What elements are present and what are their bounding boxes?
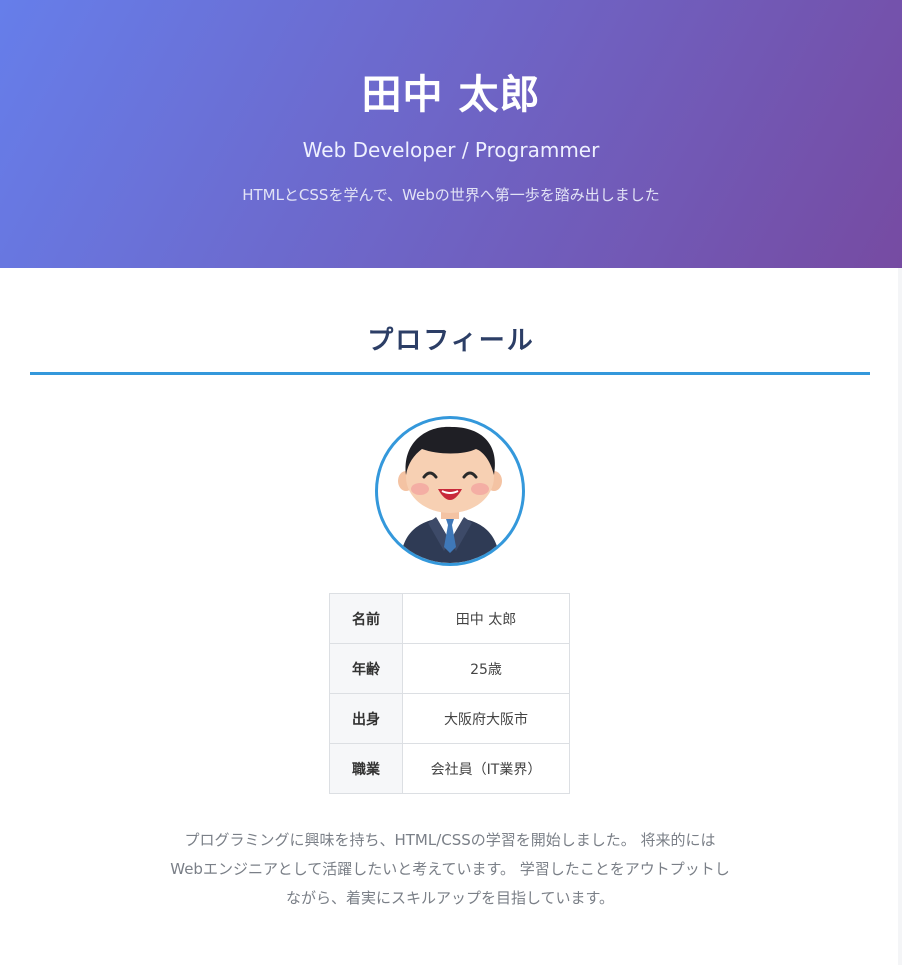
- bio-line: プログラミングに興味を持ち、HTML/CSSの学習を開始しました。 将来的には: [184, 831, 716, 849]
- table-row: 職業 会社員（IT業界）: [329, 743, 570, 794]
- avatar: [375, 416, 525, 566]
- table-row: 出身 大阪府大阪市: [329, 693, 570, 744]
- profile-info-table: 名前 田中 太郎 年齢 25歳 出身 大阪府大阪市 職業 会社員（IT業界）: [329, 593, 570, 794]
- table-value: 会社員（IT業界）: [402, 743, 570, 794]
- section-divider: [30, 372, 870, 375]
- table-label: 職業: [329, 743, 403, 794]
- businessman-avatar-icon: [398, 426, 502, 563]
- table-value: 田中 太郎: [402, 593, 570, 644]
- hero-name: 田中 太郎: [361, 72, 541, 118]
- section-title: プロフィール: [367, 326, 535, 356]
- table-row: 名前 田中 太郎: [329, 593, 570, 644]
- bio-line: ながら、着実にスキルアップを目指しています。: [285, 889, 615, 907]
- table-row: 年齢 25歳: [329, 643, 570, 694]
- scrollbar-track[interactable]: [898, 268, 902, 965]
- bio-text: プログラミングに興味を持ち、HTML/CSSの学習を開始しました。 将来的には …: [150, 826, 750, 913]
- bio-line: Webエンジニアとして活躍したいと考えています。 学習したことをアウトプットし: [170, 860, 730, 878]
- hero-tagline: HTMLとCSSを学んで、Webの世界へ第一歩を踏み出しました: [242, 186, 660, 204]
- table-label: 名前: [329, 593, 403, 644]
- table-value: 大阪府大阪市: [402, 693, 570, 744]
- table-value: 25歳: [402, 643, 570, 694]
- table-label: 出身: [329, 693, 403, 744]
- hero-role: Web Developer / Programmer: [302, 138, 600, 162]
- hero-header: 田中 太郎 Web Developer / Programmer HTMLとCS…: [0, 0, 902, 268]
- table-label: 年齢: [329, 643, 403, 694]
